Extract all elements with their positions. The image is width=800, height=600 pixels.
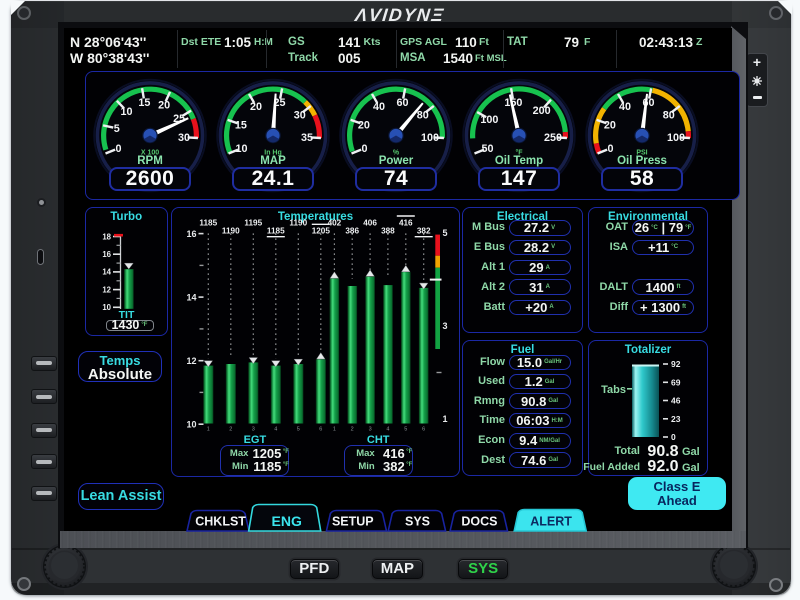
svg-text:DOCS: DOCS — [461, 515, 497, 529]
svg-text:SYS: SYS — [405, 515, 430, 529]
svg-text:CHKLST: CHKLST — [195, 515, 246, 529]
svg-text:SETUP: SETUP — [332, 515, 374, 529]
svg-text:ALERT: ALERT — [530, 515, 572, 529]
svg-text:ENG: ENG — [272, 513, 302, 529]
